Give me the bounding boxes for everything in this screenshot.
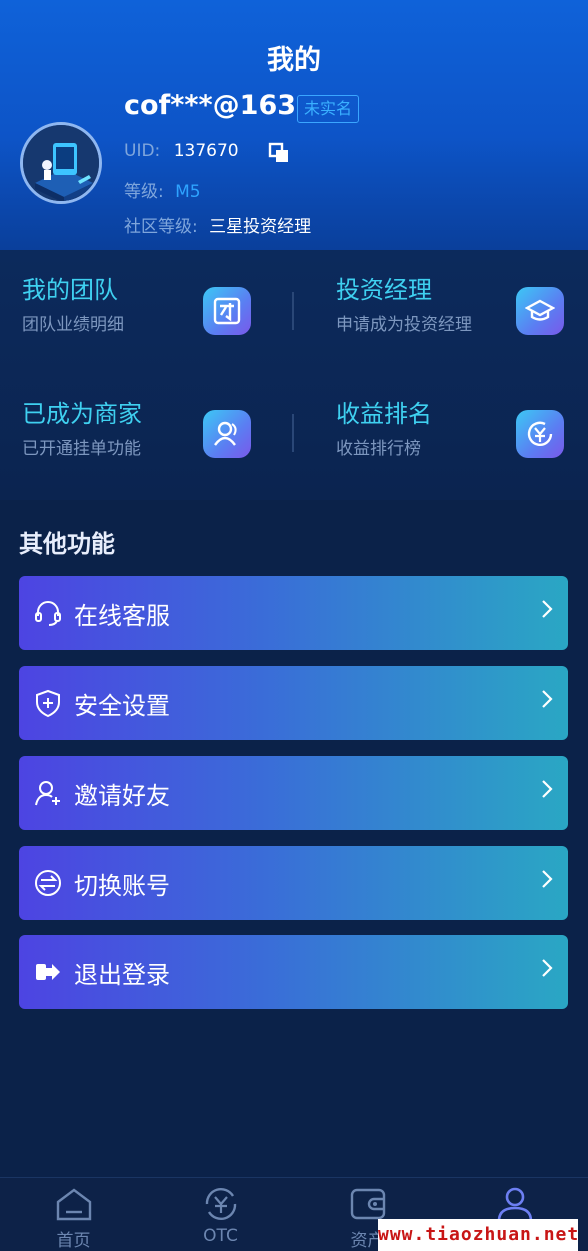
user-icon bbox=[497, 1187, 533, 1222]
headset-icon bbox=[35, 601, 61, 626]
home-icon bbox=[56, 1188, 92, 1221]
tab-home[interactable]: 首页 bbox=[0, 1178, 147, 1251]
section-title-other-functions: 其他功能 bbox=[19, 530, 115, 558]
feature-title: 收益排名 bbox=[336, 400, 432, 428]
logout-icon bbox=[36, 964, 60, 980]
switch-arrows-icon bbox=[35, 870, 61, 896]
team-icon[interactable] bbox=[203, 287, 251, 335]
wallet-icon bbox=[350, 1188, 386, 1220]
real-name-status-badge[interactable]: 未实名 bbox=[297, 95, 360, 123]
feature-divider bbox=[292, 414, 294, 452]
feature-subtitle: 团队业绩明细 bbox=[22, 315, 124, 335]
uid-row: UID: 137670 bbox=[124, 141, 239, 161]
menu-item-switch-account[interactable]: 切换账号 bbox=[19, 846, 568, 920]
feature-subtitle: 申请成为投资经理 bbox=[336, 315, 472, 335]
feature-title: 已成为商家 bbox=[22, 400, 142, 428]
community-level-row: 社区等级: 三星投资经理 bbox=[124, 212, 311, 237]
graduation-cap-icon[interactable] bbox=[516, 287, 564, 335]
menu-item-logout[interactable]: 退出登录 bbox=[19, 935, 568, 1009]
chevron-right-icon bbox=[542, 870, 553, 888]
feature-subtitle: 已开通挂单功能 bbox=[22, 439, 141, 459]
avatar[interactable] bbox=[20, 122, 102, 204]
menu-item-label: 安全设置 bbox=[74, 692, 170, 720]
menu-item-online-support[interactable]: 在线客服 bbox=[19, 576, 568, 650]
copy-icon[interactable] bbox=[268, 142, 290, 164]
level-value: M5 bbox=[175, 182, 201, 202]
feature-title: 投资经理 bbox=[336, 276, 432, 304]
uid-value: 137670 bbox=[173, 141, 239, 161]
menu-item-label: 退出登录 bbox=[74, 961, 170, 989]
feature-divider bbox=[292, 292, 294, 330]
yuan-exchange-icon bbox=[205, 1188, 237, 1220]
level-row: 等级: M5 bbox=[124, 177, 201, 202]
username: cof***@163 bbox=[124, 90, 297, 121]
avatar-illustration-icon bbox=[23, 125, 99, 201]
community-level-value: 三星投资经理 bbox=[209, 217, 312, 237]
shield-plus-icon bbox=[36, 689, 60, 718]
menu-item-invite-friends[interactable]: 邀请好友 bbox=[19, 756, 568, 830]
tab-label: OTC bbox=[203, 1226, 238, 1246]
tab-label: 首页 bbox=[56, 1231, 91, 1251]
watermark-text: www.tiaozhuan.net bbox=[378, 1219, 578, 1251]
feature-grid: 我的团队 团队业绩明细 投资经理 申请成为投资经理 已成为商家 已开通挂单功能 … bbox=[0, 250, 588, 500]
user-add-icon bbox=[35, 781, 60, 806]
level-label: 等级: bbox=[124, 182, 164, 202]
menu-item-label: 邀请好友 bbox=[74, 782, 170, 810]
uid-label: UID: bbox=[124, 141, 161, 161]
merchant-users-icon[interactable] bbox=[203, 410, 251, 458]
menu-item-security-settings[interactable]: 安全设置 bbox=[19, 666, 568, 740]
page-title: 我的 bbox=[267, 45, 321, 76]
chevron-right-icon bbox=[542, 600, 553, 618]
feature-subtitle: 收益排行榜 bbox=[336, 439, 421, 459]
menu-item-label: 在线客服 bbox=[74, 602, 170, 630]
feature-title: 我的团队 bbox=[22, 276, 118, 304]
menu-item-label: 切换账号 bbox=[74, 872, 170, 900]
chevron-right-icon bbox=[542, 690, 553, 708]
profile-header: 我的 cof***@163 未实名 UID: 137670 等级: M5 社区等… bbox=[0, 0, 588, 250]
chevron-right-icon bbox=[542, 959, 553, 977]
community-level-label: 社区等级: bbox=[124, 217, 198, 237]
chevron-right-icon bbox=[542, 780, 553, 798]
tab-otc[interactable]: OTC bbox=[147, 1178, 294, 1251]
yuan-ranking-icon[interactable] bbox=[516, 410, 564, 458]
